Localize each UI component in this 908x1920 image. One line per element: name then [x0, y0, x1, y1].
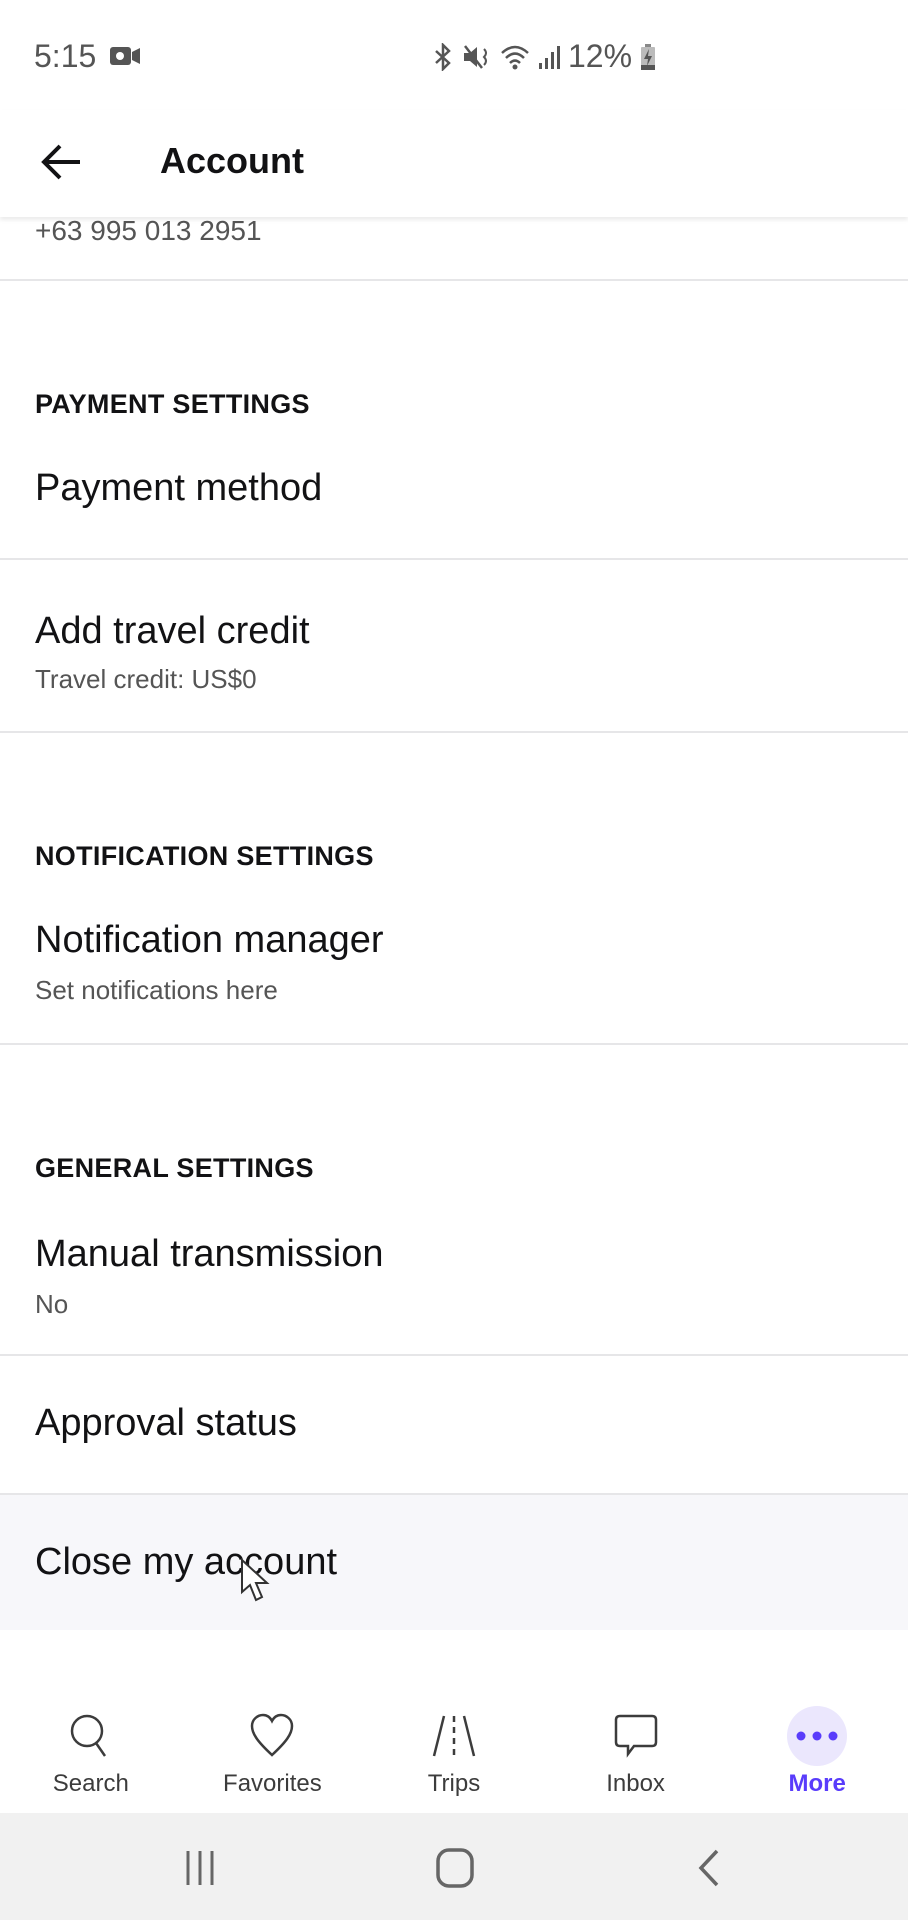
approval-status-row[interactable]: Approval status	[0, 1356, 908, 1495]
road-icon	[426, 1708, 482, 1764]
row-subtitle: Travel credit: US$0	[35, 664, 257, 694]
section-header-general: GENERAL SETTINGS	[35, 1153, 314, 1183]
video-camera-icon	[110, 47, 140, 65]
app-header: Account	[0, 110, 908, 217]
nav-item-inbox[interactable]: Inbox	[545, 1686, 727, 1813]
row-title: Close my account	[35, 1541, 338, 1583]
nav-item-search[interactable]: Search	[0, 1686, 182, 1813]
signal-icon	[539, 45, 560, 69]
wifi-icon	[501, 45, 529, 69]
nav-label: Trips	[427, 1770, 481, 1797]
nav-label: Inbox	[606, 1770, 665, 1797]
row-subtitle: No	[35, 1289, 69, 1319]
battery-percent: 12%	[568, 38, 633, 74]
manual-transmission-row[interactable]: Manual transmission No	[0, 1209, 908, 1356]
nav-label: Favorites	[223, 1770, 322, 1797]
mouse-cursor-icon	[241, 1558, 270, 1602]
status-icons: 12%	[432, 38, 656, 75]
home-icon[interactable]	[430, 1843, 480, 1893]
battery-charging-icon	[641, 43, 656, 70]
row-subtitle: Set notifications here	[35, 975, 278, 1005]
page-title: Account	[160, 140, 304, 181]
row-title: Manual transmission	[35, 1233, 384, 1275]
nav-label: More	[788, 1770, 846, 1797]
nav-item-favorites[interactable]: Favorites	[182, 1686, 364, 1813]
row-title: Approval status	[35, 1402, 297, 1444]
arrow-left-icon[interactable]	[38, 138, 86, 186]
row-title: Add travel credit	[35, 610, 310, 652]
back-icon[interactable]	[685, 1843, 735, 1893]
nav-item-more[interactable]: More	[726, 1686, 908, 1813]
notification-manager-row[interactable]: Notification manager Set notifications h…	[0, 897, 908, 1045]
phone-number: +63 995 013 2951	[35, 215, 262, 246]
status-bar: 5:15 12%	[0, 0, 908, 110]
bluetooth-icon	[435, 42, 451, 71]
nav-item-trips[interactable]: Trips	[363, 1686, 545, 1813]
close-account-row[interactable]: Close my account	[0, 1495, 908, 1630]
row-title: Payment method	[35, 467, 323, 509]
section-header-notification: NOTIFICATION SETTINGS	[35, 841, 374, 871]
search-icon	[63, 1708, 119, 1764]
mute-icon	[464, 44, 487, 69]
payment-method-row[interactable]: Payment method	[0, 447, 908, 560]
heart-icon	[244, 1708, 300, 1764]
status-time: 5:15	[34, 38, 97, 74]
system-nav-bar	[0, 1813, 908, 1920]
chat-bubble-icon	[608, 1708, 664, 1764]
section-header-payment: PAYMENT SETTINGS	[35, 389, 310, 419]
row-title: Notification manager	[35, 919, 384, 961]
more-dots-icon	[787, 1706, 848, 1766]
nav-label: Search	[52, 1770, 129, 1797]
add-travel-credit-row[interactable]: Add travel credit Travel credit: US$0	[0, 560, 908, 733]
recent-apps-icon[interactable]	[176, 1843, 226, 1893]
phone-row[interactable]: +63 995 013 2951	[0, 215, 908, 281]
bottom-nav: Search Favorites Trips Inbox More	[0, 1686, 908, 1813]
